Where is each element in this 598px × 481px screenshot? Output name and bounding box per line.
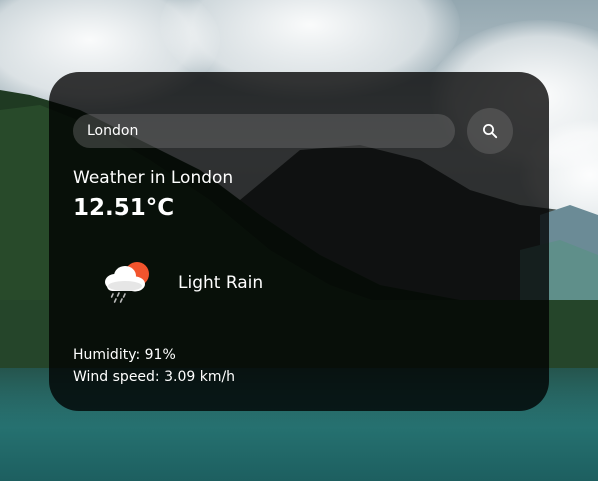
temperature: 12.51°C: [73, 195, 175, 221]
search-input[interactable]: [73, 114, 455, 148]
search-button[interactable]: [467, 108, 513, 154]
humidity-text: Humidity: 91%: [73, 347, 176, 363]
city-title: Weather in London: [73, 168, 234, 188]
weather-description: Light Rain: [178, 273, 264, 293]
search-bar: [73, 108, 513, 158]
light-rain-icon: [105, 262, 149, 303]
wind-speed-text: Wind speed: 3.09 km/h: [73, 369, 236, 385]
search-icon: [483, 124, 498, 139]
weather-card: Weather in London 12.51°C Light Rain Hum…: [49, 72, 549, 411]
